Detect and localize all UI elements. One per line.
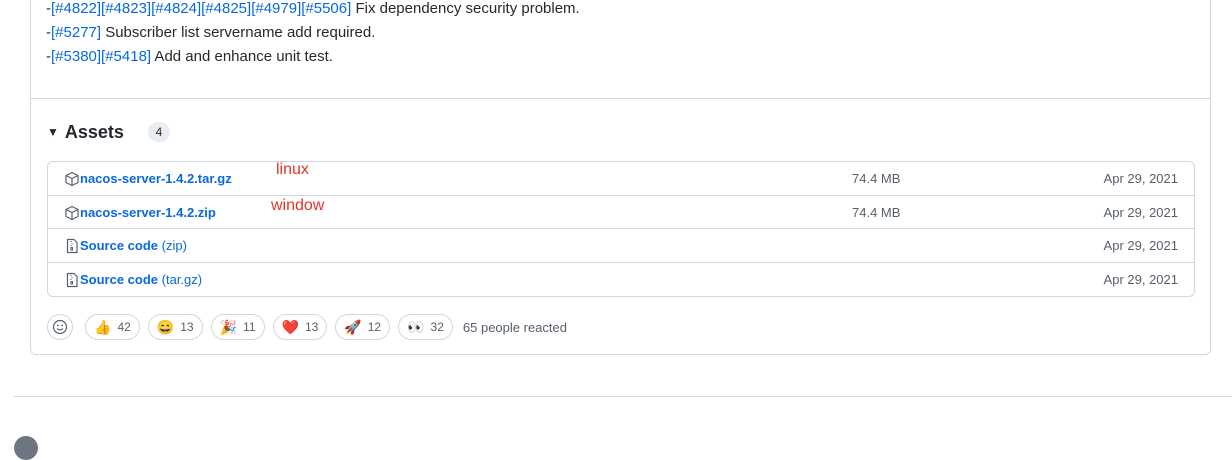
issue-link[interactable]: [#4979] [251,0,301,17]
eyes-icon: 👀 [407,319,425,335]
issue-link[interactable]: [#4822] [51,0,101,17]
asset-link[interactable]: nacos-server-1.4.2.zip [80,205,216,220]
notes-line: -[#4822][#4823][#4824][#4825][#4979][#55… [46,0,580,21]
file-zip-icon [66,238,78,254]
reaction-eyes[interactable]: 👀 32 [398,314,453,340]
rocket-icon: 🚀 [344,319,362,335]
hooray-icon: 🎉 [219,319,238,335]
asset-row: Source code (zip) Apr 29, 2021 [48,229,1194,263]
notes-line: -[#5380][#5418] Add and enhance unit tes… [46,45,580,69]
asset-date: Apr 29, 2021 [1103,171,1178,186]
asset-suffix: (zip) [158,238,187,253]
avatar[interactable] [14,436,38,460]
section-divider [31,98,1210,99]
reaction-count: 12 [367,320,382,334]
assets-list: nacos-server-1.4.2.tar.gz 74.4 MB Apr 29… [47,161,1195,297]
reactions-bar: 👍 42 😄 13 🎉 11 ❤️ 13 🚀 12 👀 32 65 people react… [47,314,567,340]
notes-text: Subscriber list servername add required. [101,24,376,41]
issue-link[interactable]: [#5506] [301,0,351,17]
asset-link[interactable]: Source code (zip) [80,238,187,253]
file-zip-icon [66,272,78,287]
thumbs-up-icon: 👍 [94,319,112,335]
annotation-linux: linux [276,161,309,178]
package-icon [65,205,79,220]
reaction-laugh[interactable]: 😄 13 [147,314,203,340]
issue-link[interactable]: [#4823] [101,0,151,17]
reaction-count: 42 [117,320,131,334]
reaction-count: 11 [243,320,256,334]
caret-down-icon: ▼ [47,125,59,139]
smiley-icon [52,319,68,335]
asset-name: nacos-server-1.4.2.tar.gz [80,171,232,186]
reaction-heart[interactable]: ❤️ 13 [272,314,328,340]
timeline-divider [14,396,1232,397]
reactions-summary: 65 people reacted [462,319,567,335]
asset-size: 74.4 MB [852,204,901,220]
asset-name: Source code [80,271,159,287]
reaction-count: 13 [180,320,194,334]
reaction-thumbs-up[interactable]: 👍 42 [85,314,140,340]
asset-date: Apr 29, 2021 [1103,238,1178,253]
package-icon [65,171,79,187]
asset-date: Apr 29, 2021 [1103,271,1178,287]
annotation-window: window [271,197,325,214]
reaction-rocket[interactable]: 🚀 12 [335,314,391,340]
notes-text: Add and enhance unit test. [151,48,333,65]
heart-icon: ❤️ [281,319,299,335]
reaction-count: 13 [304,320,319,334]
asset-date: Apr 29, 2021 [1103,204,1178,220]
asset-row: Source code (tar.gz) Apr 29, 2021 [48,263,1194,297]
asset-name: nacos-server-1.4.2.zip [80,204,216,220]
asset-size: 74.4 MB [852,171,901,186]
release-notes: -[#4822][#4823][#4824][#4825][#4979][#55… [46,0,580,69]
issue-link[interactable]: [#5418] [101,48,151,65]
asset-row: nacos-server-1.4.2.zip 74.4 MB Apr 29, 2… [48,196,1194,229]
issue-link[interactable]: [#5380] [51,48,101,65]
notes-line: -[#5277] Subscriber list servername add … [46,21,580,45]
reaction-hooray[interactable]: 🎉 11 [210,314,265,340]
laugh-icon: 😄 [156,319,175,335]
issue-link[interactable]: [#5277] [51,24,101,41]
assets-toggle[interactable]: ▼ Assets 4 [47,120,170,144]
reaction-count: 32 [430,320,444,334]
asset-row: nacos-server-1.4.2.tar.gz 74.4 MB Apr 29… [48,162,1194,196]
issue-link[interactable]: [#4824] [151,0,201,17]
asset-name: Source code [80,238,159,253]
asset-suffix: (tar.gz) [158,271,203,287]
assets-count-badge: 4 [147,122,170,142]
asset-link[interactable]: Source code (tar.gz) [80,272,202,287]
add-reaction-button[interactable] [47,314,73,340]
assets-title: Assets [64,121,124,142]
issue-link[interactable]: [#4825] [201,0,251,17]
asset-link[interactable]: nacos-server-1.4.2.tar.gz [80,171,232,186]
notes-text: Fix dependency security problem. [351,0,580,17]
